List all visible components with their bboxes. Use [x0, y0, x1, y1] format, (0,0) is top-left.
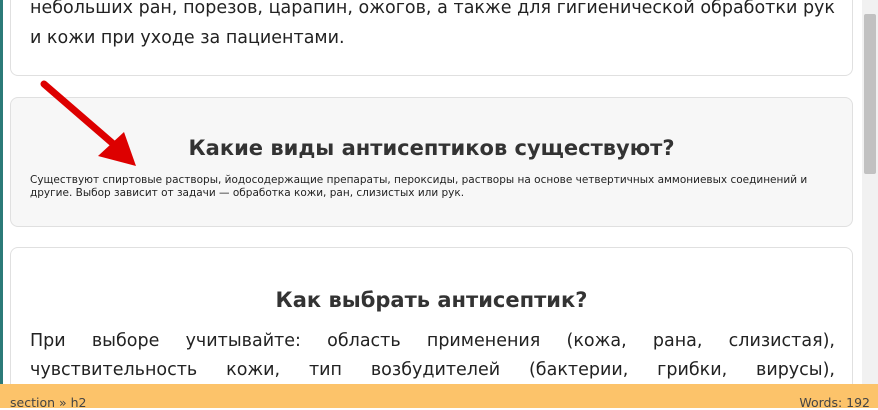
card-3-heading[interactable]: Как выбрать антисептик? — [11, 288, 852, 312]
scrollbar-thumb[interactable] — [864, 14, 876, 174]
card-2-text: Существуют спиртовые растворы, йодосодер… — [30, 174, 808, 199]
content-card-1: небольших ран, порезов, царапин, ожогов,… — [10, 0, 853, 76]
status-bar: section » h2 Words: 192 — [0, 384, 878, 410]
card-1-text: небольших ран, порезов, царапин, ожогов,… — [30, 0, 835, 48]
editor-viewport[interactable]: небольших ран, порезов, царапин, ожогов,… — [0, 0, 878, 384]
content-card-3: Как выбрать антисептик? При выборе учиты… — [10, 247, 853, 384]
vertical-scrollbar[interactable] — [862, 0, 878, 384]
left-border — [0, 0, 3, 384]
card-3-text: При выборе учитывайте: область применени… — [30, 331, 835, 380]
red-arrow-icon — [40, 80, 136, 166]
